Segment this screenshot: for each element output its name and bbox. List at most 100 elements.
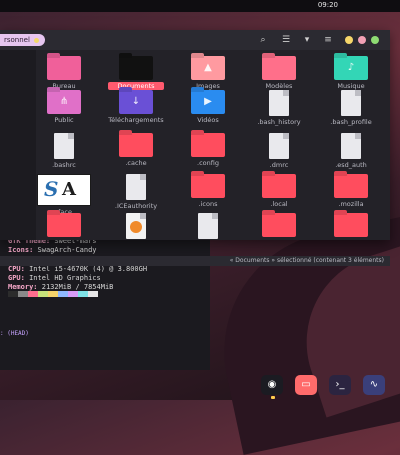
file-item[interactable]	[323, 213, 379, 237]
file-label: .dmrc	[269, 161, 289, 169]
text-file-icon	[269, 133, 289, 159]
active-indicator	[271, 396, 275, 399]
package-badge	[130, 221, 142, 233]
folder-icon	[262, 174, 296, 198]
folder-glyph: ♪	[347, 62, 355, 73]
file-item[interactable]	[251, 213, 307, 237]
info-value: Intel i5-4670K (4) @ 3.800GH	[24, 264, 148, 273]
file-item[interactable]	[108, 213, 164, 239]
file-label: .icons	[198, 200, 218, 208]
documents-icon	[119, 56, 153, 80]
status-text: « Documents » sélectionné (contenant 3 é…	[229, 257, 384, 264]
file-item[interactable]: .esd_auth	[323, 133, 379, 169]
top-bar: 09:20	[0, 0, 400, 12]
file-item[interactable]: ▶ Vidéos	[180, 90, 236, 124]
file-item[interactable]: .mozilla	[323, 174, 379, 208]
close-button[interactable]	[371, 36, 379, 44]
file-manager-header: rsonnel ⌕ ☰ ▾ ≡	[0, 30, 390, 50]
file-label: Musique	[337, 82, 365, 90]
folder-icon	[119, 133, 153, 157]
files-icon[interactable]: ▭	[295, 375, 317, 395]
info-value: SwagArch-Candy	[33, 246, 97, 255]
file-item[interactable]: Bureau	[36, 56, 92, 90]
info-line: CPU: Intel i5-4670K (4) @ 3.800GH	[8, 265, 147, 274]
file-item[interactable]: ▲ Images	[180, 56, 236, 90]
text-file-icon	[126, 174, 146, 200]
file-label: .bashrc	[52, 161, 76, 169]
info-line: Icons: SwagArch-Candy	[8, 246, 147, 255]
file-item[interactable]: .bashrc	[36, 133, 92, 169]
package-file-icon	[126, 213, 146, 239]
share-icon: ⋔	[47, 90, 81, 114]
file-item[interactable]: ⋔ Public	[36, 90, 92, 124]
folder-glyph: ▶	[204, 96, 212, 107]
file-item[interactable]: .ICEauthority	[108, 174, 164, 210]
file-item[interactable]: .bash_profile	[323, 90, 379, 126]
palette-swatch	[8, 291, 18, 297]
file-item[interactable]: .cache	[108, 133, 164, 167]
firefox-icon[interactable]: ◉	[261, 375, 283, 395]
clock[interactable]: 09:20	[318, 1, 338, 9]
folder-glyph: ↓	[131, 96, 141, 107]
folder-icon	[47, 213, 81, 237]
color-palette	[8, 291, 98, 297]
info-key: GPU:	[8, 274, 25, 283]
file-label: Bureau	[52, 82, 76, 90]
file-item[interactable]: ↓ Téléchargements	[108, 90, 164, 124]
search-icon[interactable]: ⌕	[256, 33, 270, 47]
path-button[interactable]: rsonnel	[0, 34, 45, 46]
palette-swatch	[28, 291, 38, 297]
list-icon[interactable]: ☰	[279, 33, 293, 47]
folder-icon	[191, 133, 225, 157]
text-file-icon	[341, 90, 361, 116]
file-item[interactable]: ♪ Musique	[323, 56, 379, 90]
git-head: : (HEAD)	[0, 330, 29, 337]
system-monitor-icon[interactable]: ∿	[363, 375, 385, 395]
maximize-button[interactable]	[358, 36, 366, 44]
dock: ◉ ▭ ›_ ∿	[255, 370, 400, 400]
file-item[interactable]: .config	[180, 133, 236, 167]
info-key: Icons:	[8, 246, 34, 255]
desktop-icon	[47, 56, 81, 80]
path-dot	[33, 37, 39, 43]
file-item[interactable]: .icons	[180, 174, 236, 208]
file-label: .mozilla	[338, 200, 364, 208]
dock-glyph: ▭	[301, 379, 311, 390]
text-file-icon	[198, 213, 218, 239]
text-file-icon	[269, 90, 289, 116]
info-line: GPU: Intel HD Graphics	[8, 274, 147, 283]
minimize-button[interactable]	[345, 36, 353, 44]
terminal-icon[interactable]: ›_	[329, 375, 351, 395]
text-file-icon	[54, 133, 74, 159]
palette-swatch	[78, 291, 88, 297]
file-item[interactable]	[180, 213, 236, 239]
folder-glyph: ⋔	[59, 96, 69, 107]
file-item[interactable]	[36, 213, 92, 237]
palette-swatch	[18, 291, 28, 297]
file-item[interactable]: S A .face	[36, 174, 92, 216]
file-label: .bash_profile	[330, 118, 372, 126]
face-letter: A	[62, 179, 76, 200]
file-item[interactable]: Modèles	[251, 56, 307, 90]
dock-glyph: ◉	[267, 379, 277, 390]
file-label: .ICEauthority	[114, 202, 158, 210]
folder-icon	[262, 213, 296, 237]
file-item[interactable]: Documents	[108, 56, 164, 90]
file-label: .config	[197, 159, 219, 167]
palette-swatch	[68, 291, 78, 297]
file-label: .bash_history	[257, 118, 301, 126]
menu-icon[interactable]: ≡	[321, 33, 335, 47]
file-label: .cache	[125, 159, 147, 167]
file-item[interactable]: .bash_history	[251, 90, 307, 126]
image-file-icon: SA	[37, 174, 91, 206]
images-icon: ▲	[191, 56, 225, 80]
file-label: Documents	[108, 82, 164, 90]
file-manager-window[interactable]: rsonnel ⌕ ☰ ▾ ≡ Bureau Documents ▲ Images Mo…	[0, 30, 390, 266]
file-label: Vidéos	[197, 116, 219, 124]
file-label: Modèles	[265, 82, 293, 90]
chevron-down-icon[interactable]: ▾	[300, 33, 314, 47]
status-bar: « Documents » sélectionné (contenant 3 é…	[0, 256, 390, 266]
file-item[interactable]: .dmrc	[251, 133, 307, 169]
file-item[interactable]: .local	[251, 174, 307, 208]
music-icon: ♪	[334, 56, 368, 80]
